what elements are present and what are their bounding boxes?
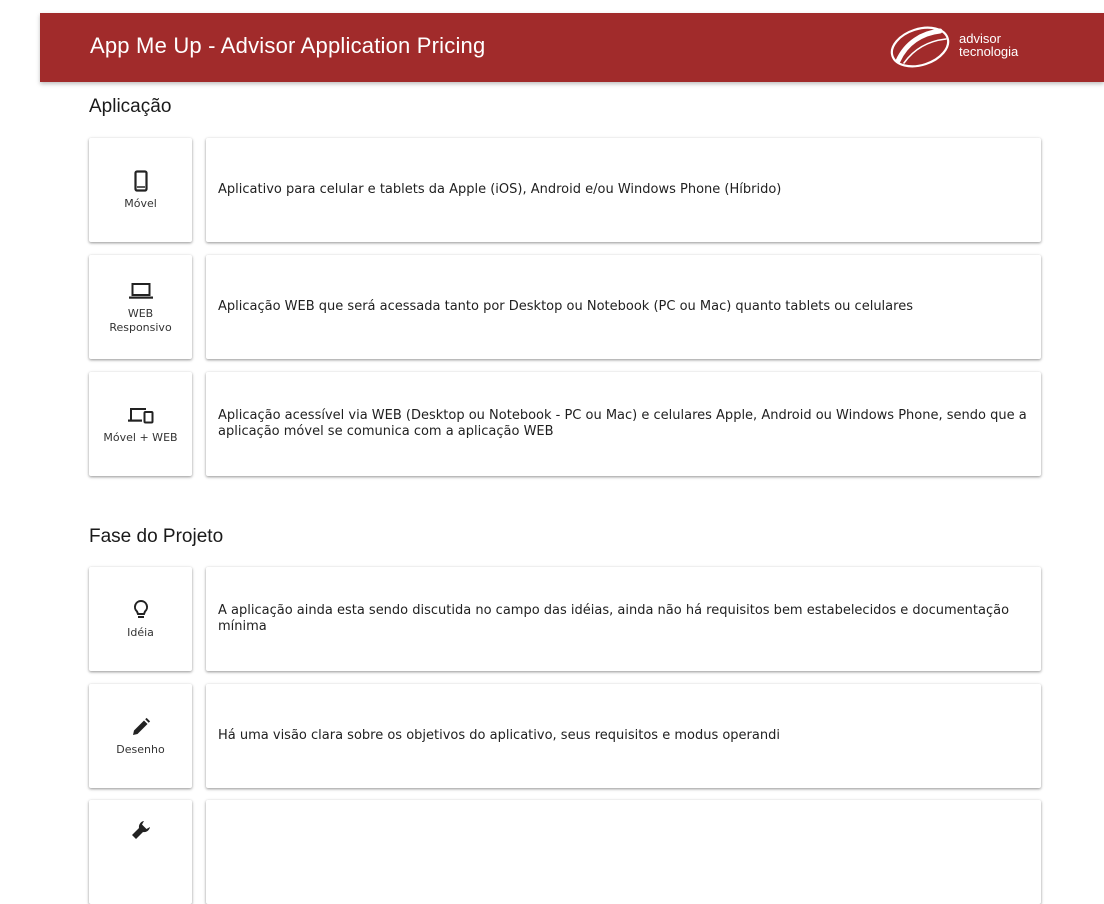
option-row-wrench	[89, 800, 1041, 904]
option-button-movel[interactable]: Móvel	[89, 138, 192, 242]
app-header: App Me Up - Advisor Application Pricing …	[40, 13, 1104, 82]
section-title-aplicacao: Aplicação	[89, 96, 172, 117]
option-description: Aplicativo para celular e tablets da App…	[218, 182, 782, 197]
laptop-icon	[128, 279, 153, 303]
option-button-desenho[interactable]: Desenho	[89, 684, 192, 788]
option-button-movel-web[interactable]: Móvel + WEB	[89, 372, 192, 476]
option-row-movel-web: Móvel + WEB Aplicação acessível via WEB …	[89, 372, 1041, 476]
option-description-card[interactable]	[206, 800, 1041, 904]
option-button-ideia[interactable]: Idéia	[89, 567, 192, 671]
option-description-card[interactable]: A aplicação ainda esta sendo discutida n…	[206, 567, 1041, 671]
option-description: Aplicação WEB que será acessada tanto po…	[218, 299, 913, 314]
option-row-ideia: Idéia A aplicação ainda esta sendo discu…	[89, 567, 1041, 671]
option-button-web-responsivo[interactable]: WEB Responsivo	[89, 255, 192, 359]
section-title-fase-do-projeto: Fase do Projeto	[89, 526, 224, 547]
option-label: WEB Responsivo	[109, 307, 172, 334]
option-description: Aplicação acessível via WEB (Desktop ou …	[218, 408, 1027, 439]
option-button-wrench[interactable]	[89, 800, 192, 904]
page-title: App Me Up - Advisor Application Pricing	[90, 33, 486, 58]
option-label: Desenho	[116, 743, 165, 756]
option-row-movel: Móvel Aplicativo para celular e tablets …	[89, 138, 1041, 242]
option-label: Móvel	[124, 197, 157, 210]
advisor-logo[interactable]: advisor tecnologia	[888, 23, 1088, 73]
option-description-card[interactable]: Aplicação acessível via WEB (Desktop ou …	[206, 372, 1041, 476]
option-row-desenho: Desenho Há uma visão clara sobre os obje…	[89, 684, 1041, 788]
option-description-card[interactable]: Aplicação WEB que será acessada tanto po…	[206, 255, 1041, 359]
smartphone-icon	[133, 169, 148, 193]
advisor-logo-icon	[890, 26, 950, 68]
pencil-icon	[131, 715, 151, 739]
option-row-web-responsivo: WEB Responsivo Aplicação WEB que será ac…	[89, 255, 1041, 359]
option-description: Há uma visão clara sobre os objetivos do…	[218, 728, 780, 743]
wrench-icon	[130, 818, 152, 842]
option-label: Idéia	[127, 626, 154, 639]
option-description-card[interactable]: Há uma visão clara sobre os objetivos do…	[206, 684, 1041, 788]
lightbulb-icon	[133, 598, 149, 622]
devices-icon	[127, 403, 154, 427]
option-label: Móvel + WEB	[103, 431, 178, 444]
logo-text-line2: tecnologia	[959, 44, 1019, 59]
option-description: A aplicação ainda esta sendo discutida n…	[218, 603, 1010, 634]
option-description-card[interactable]: Aplicativo para celular e tablets da App…	[206, 138, 1041, 242]
